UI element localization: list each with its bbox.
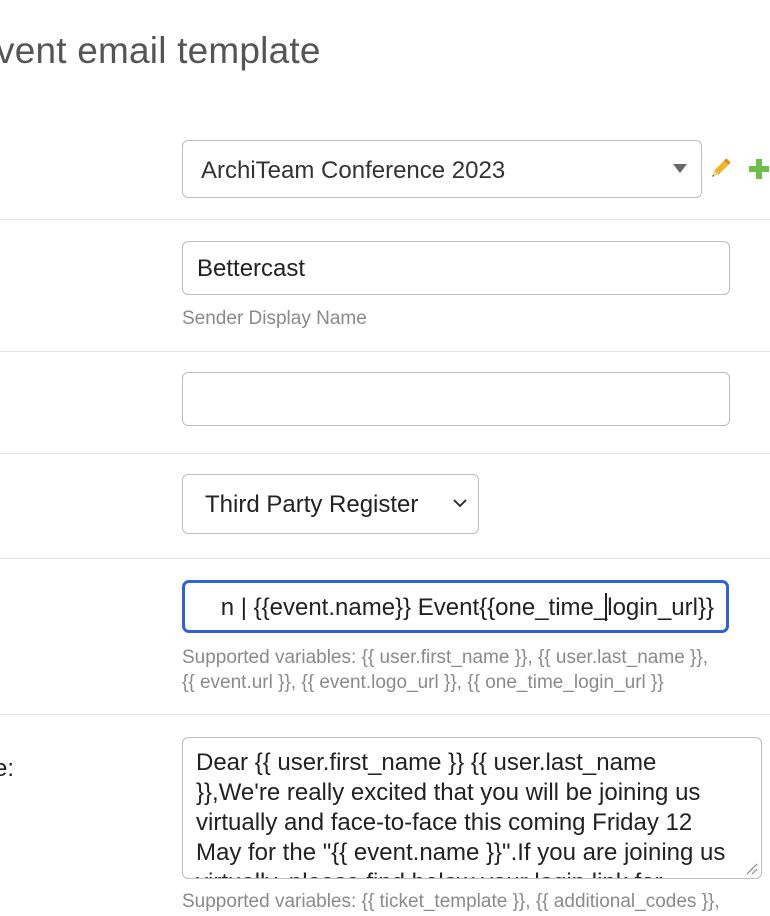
divider: [0, 714, 770, 715]
event-select-value: ArchiTeam Conference 2023: [201, 157, 506, 184]
caret-down-icon: [673, 164, 687, 173]
body-textarea[interactable]: Dear {{ user.first_name }} {{ user.last_…: [182, 737, 762, 879]
text-cursor: [605, 593, 607, 621]
chevron-down-icon: [453, 499, 467, 508]
sender-name-value: Bettercast: [197, 255, 306, 282]
divider: [0, 351, 770, 352]
reply-to-input[interactable]: [182, 372, 730, 426]
sender-name-input[interactable]: Bettercast: [182, 241, 730, 295]
body-value: Dear {{ user.first_name }} {{ user.last_…: [196, 749, 726, 878]
plus-icon[interactable]: [746, 156, 770, 182]
divider: [0, 558, 770, 559]
divider: [0, 219, 770, 220]
event-select[interactable]: ArchiTeam Conference 2023: [182, 140, 702, 198]
pencil-icon[interactable]: [707, 156, 733, 182]
sender-name-helper: Sender Display Name: [182, 308, 367, 329]
body-label: e:: [0, 755, 15, 782]
registration-type-select[interactable]: Third Party Register: [182, 474, 479, 534]
subject-input[interactable]: n | {{event.name}} Event{{one_time_login…: [182, 580, 729, 633]
body-helper: Supported variables: {{ ticket_template …: [182, 891, 720, 912]
divider: [0, 453, 770, 454]
registration-type-value: Third Party Register: [205, 491, 419, 518]
resize-grip-icon[interactable]: [744, 861, 758, 875]
subject-helper-line1: Supported variables: {{ user.first_name …: [182, 647, 709, 668]
subject-helper-line2: {{ event.url }}, {{ event.logo_url }}, {…: [182, 672, 664, 693]
page-title: vent email template: [0, 30, 321, 71]
subject-value: n | {{event.name}} Event{{one_time_login…: [220, 594, 714, 621]
